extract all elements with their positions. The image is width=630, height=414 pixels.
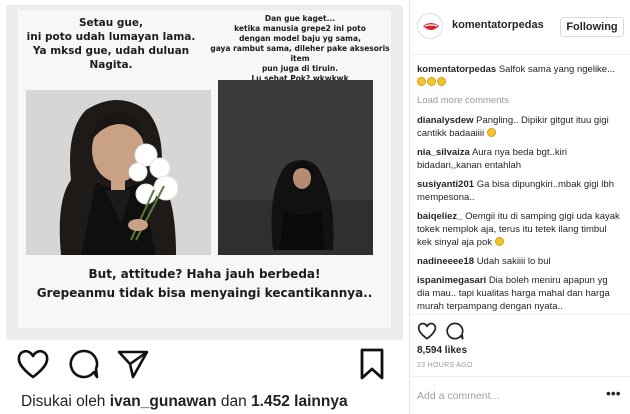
meme-caption-bottom-line: But, attitude? Haha jauh berbeda! [88, 267, 321, 281]
comment-item: nia_silvaiza Aura nya beda bgt..kiri bid… [417, 146, 622, 172]
meme-caption-right-line: pun juga di tiruin. [261, 64, 339, 73]
bookmark-icon[interactable] [355, 347, 389, 381]
comment-icon[interactable] [67, 347, 101, 381]
mobile-action-bar [12, 347, 392, 381]
comment-icon[interactable] [445, 321, 465, 341]
post-image[interactable]: Setau gue, ini poto udah lumayan lama. Y… [6, 5, 403, 340]
meme-image: Setau gue, ini poto udah lumayan lama. Y… [18, 10, 391, 328]
likes-count[interactable]: 8,594 likes [417, 345, 467, 356]
liked-by-user[interactable]: ivan_gunawan [110, 393, 217, 410]
meme-caption-bottom-line: Grepeanmu tidak bisa menyaingi kecantika… [36, 286, 373, 300]
following-button[interactable]: Following [560, 17, 624, 37]
meme-caption-right-line: ketika manusia grepe2 ini poto [234, 24, 366, 33]
meme-caption-right-line: Dan gue kaget... [264, 14, 336, 23]
meme-caption-right: Dan gue kaget... ketika manusia grepe2 i… [210, 14, 390, 84]
add-comment-input[interactable] [417, 387, 597, 405]
load-more-comments-link[interactable]: Load more comments [417, 95, 622, 106]
comment-item: susiyanti201 Ga bisa dipungkiri..mbak gi… [417, 178, 622, 204]
sad-emoji-icon [494, 237, 505, 248]
comment-item: dianalysdew Pangling.. Dipikir gitgut it… [417, 114, 622, 140]
share-icon[interactable] [116, 347, 150, 381]
comments-list: komentatorpedas Salfok sama yang ngelike… [417, 63, 622, 313]
more-options-icon[interactable]: ••• [606, 385, 621, 401]
photo-woman-with-flowers [26, 90, 211, 255]
meme-caption-right-line: dengan model baju yg sama, [239, 34, 361, 43]
post-username[interactable]: komentatorpedas [452, 19, 544, 31]
meme-caption-bottom: But, attitude? Haha jauh berbeda! Grepea… [18, 265, 391, 303]
comment-username[interactable]: nadineeee18 [417, 256, 474, 267]
avatar[interactable] [417, 13, 443, 39]
meme-caption-left-line: ini poto udah lumayan lama. [26, 31, 196, 43]
photo-woman-dark-room [218, 80, 373, 255]
meme-caption-left-line: Setau gue, [78, 17, 144, 29]
heart-icon[interactable] [16, 347, 50, 381]
comment-username[interactable]: nia_silvaiza [417, 147, 470, 158]
meme-caption-right-line: gaya rambut sama, dileher pake aksesoris… [210, 44, 390, 63]
comment-item: ispanimegasari Dia boleh meniru apapun y… [417, 274, 622, 313]
meme-caption-left: Setau gue, ini poto udah lumayan lama. Y… [18, 16, 204, 72]
liked-by-count[interactable]: 1.452 lainnya [251, 393, 348, 410]
liked-by-text: Disukai oleh ivan_gunawan dan 1.452 lain… [21, 393, 348, 411]
comment-item: komentatorpedas Salfok sama yang ngelike… [417, 63, 622, 89]
comment-username[interactable]: komentatorpedas [417, 64, 496, 75]
panel-action-bar [410, 314, 630, 344]
comment-text: Udah sakiiii lo bul [476, 256, 551, 267]
comment-text: Salfok sama yang ngelike... [498, 64, 616, 75]
liked-by-and: dan [220, 393, 247, 410]
comment-username[interactable]: dianalysdew [417, 115, 474, 126]
comment-item: baiqeliez_ Oemgii itu di samping gigi ud… [417, 210, 622, 249]
comment-username[interactable]: baiqeliez_ [417, 211, 462, 222]
heart-eyes-emoji-icon [486, 128, 497, 139]
grimace-emoji-icon [417, 77, 447, 88]
post-header: komentatorpedas Following [410, 0, 630, 55]
comment-item: nadineeee18 Udah sakiiii lo bul [417, 255, 622, 268]
add-comment-bar: ••• [410, 376, 630, 414]
meme-caption-left-line: Ya mksd gue, udah duluan Nagita. [32, 45, 190, 71]
comments-panel: komentatorpedas Following komentatorpeda… [409, 0, 630, 414]
comment-username[interactable]: ispanimegasari [417, 275, 486, 286]
heart-icon[interactable] [417, 321, 437, 341]
liked-by-prefix: Disukai oleh [21, 393, 106, 410]
post-media-column: Setau gue, ini poto udah lumayan lama. Y… [0, 0, 409, 414]
post-timestamp[interactable]: 23 HOURS AGO [417, 362, 473, 369]
comment-username[interactable]: susiyanti201 [417, 179, 474, 190]
